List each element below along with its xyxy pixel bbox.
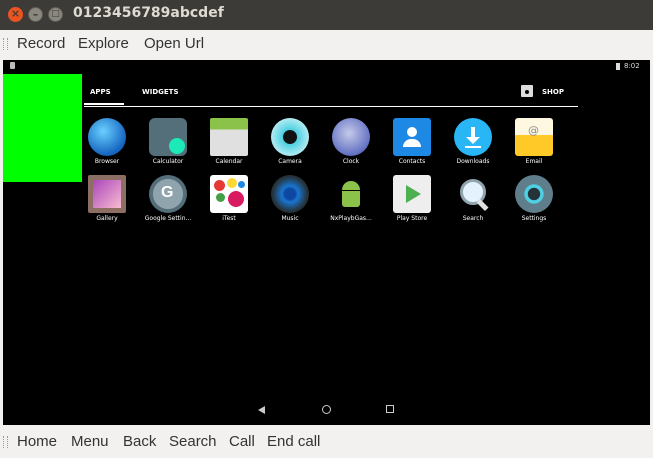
menu-grip-handle[interactable] — [3, 38, 8, 50]
window-title: 0123456789abcdef — [73, 5, 224, 21]
menu-bar: Record Explore Open Url — [0, 30, 653, 58]
nav-recents-icon[interactable] — [386, 405, 394, 413]
app-search[interactable]: Search — [443, 175, 503, 222]
search-button[interactable]: Search — [169, 433, 217, 450]
search-icon — [454, 175, 492, 213]
app-label: Email — [525, 158, 543, 165]
app-camera[interactable]: Camera — [260, 118, 320, 165]
app-calendar[interactable]: Calendar — [199, 118, 259, 165]
home-button[interactable]: Home — [17, 433, 57, 450]
app-music[interactable]: Music — [260, 175, 320, 222]
calculator-icon — [149, 118, 187, 156]
debug-icon — [10, 62, 15, 69]
tab-apps-indicator — [84, 103, 124, 105]
gallery-icon — [88, 175, 126, 213]
gear-icon — [515, 175, 553, 213]
app-browser[interactable]: Browser — [77, 118, 137, 165]
app-settings[interactable]: Settings — [504, 175, 564, 222]
app-email[interactable]: @ Email — [504, 118, 564, 165]
menu-open-url[interactable]: Open Url — [144, 35, 204, 52]
app-label: Search — [462, 215, 484, 222]
battery-icon — [616, 63, 620, 70]
itest-icon — [210, 175, 248, 213]
app-nxplaybgas[interactable]: NxPlaybGas... — [321, 175, 381, 222]
app-label: Clock — [342, 158, 360, 165]
app-label: Calendar — [215, 158, 243, 165]
app-label: Gallery — [96, 215, 118, 222]
clock-icon — [332, 118, 370, 156]
app-label: Contacts — [398, 158, 426, 165]
tab-shop[interactable]: SHOP — [542, 88, 564, 96]
window-minimize-button[interactable]: – — [28, 7, 43, 22]
app-calculator[interactable]: Calculator — [138, 118, 198, 165]
app-play-store[interactable]: Play Store — [382, 175, 442, 222]
shop-icon[interactable] — [521, 85, 533, 97]
globe-icon — [88, 118, 126, 156]
download-icon — [454, 118, 492, 156]
window-close-button[interactable]: × — [8, 7, 23, 22]
app-label: iTest — [222, 215, 236, 222]
app-itest[interactable]: iTest — [199, 175, 259, 222]
green-overlay — [3, 74, 82, 182]
nav-home-icon[interactable] — [322, 405, 331, 414]
app-google-settings[interactable]: G Google Settin... — [138, 175, 198, 222]
tab-widgets[interactable]: WIDGETS — [142, 88, 178, 96]
app-label: Music — [281, 215, 299, 222]
camera-icon — [271, 118, 309, 156]
call-button[interactable]: Call — [229, 433, 255, 450]
toolbar-grip-handle[interactable] — [3, 436, 8, 448]
app-label: NxPlaybGas... — [330, 215, 372, 222]
contacts-icon — [393, 118, 431, 156]
menu-explore[interactable]: Explore — [78, 35, 129, 52]
app-gallery[interactable]: Gallery — [77, 175, 137, 222]
drawer-tabs: APPS WIDGETS SHOP — [84, 82, 578, 108]
end-call-button[interactable]: End call — [267, 433, 320, 450]
google-settings-icon: G — [149, 175, 187, 213]
nav-bar — [3, 400, 650, 422]
tab-apps[interactable]: APPS — [90, 88, 111, 96]
bottom-toolbar: Home Menu Back Search Call End call — [0, 428, 653, 458]
app-label: Google Settin... — [144, 215, 192, 222]
app-label: Browser — [94, 158, 120, 165]
nav-back-icon[interactable] — [258, 406, 265, 414]
status-clock: 8:02 — [624, 62, 640, 70]
app-contacts[interactable]: Contacts — [382, 118, 442, 165]
android-icon — [332, 175, 370, 213]
music-icon — [271, 175, 309, 213]
app-clock[interactable]: Clock — [321, 118, 381, 165]
window-titlebar: × – □ 0123456789abcdef — [0, 0, 653, 30]
app-label: Play Store — [396, 215, 428, 222]
app-label: Camera — [278, 158, 302, 165]
device-screen[interactable]: 8:02 APPS WIDGETS SHOP Browser Calculato… — [3, 60, 650, 425]
status-bar: 8:02 — [3, 60, 650, 74]
app-label: Settings — [521, 215, 547, 222]
app-downloads[interactable]: Downloads — [443, 118, 503, 165]
play-store-icon — [393, 175, 431, 213]
calendar-icon — [210, 118, 248, 156]
app-label: Calculator — [152, 158, 184, 165]
tabs-divider — [84, 106, 578, 107]
menu-button[interactable]: Menu — [71, 433, 109, 450]
app-label: Downloads — [456, 158, 490, 165]
window-maximize-button[interactable]: □ — [48, 7, 63, 22]
email-icon: @ — [515, 118, 553, 156]
menu-record[interactable]: Record — [17, 35, 65, 52]
back-button[interactable]: Back — [123, 433, 156, 450]
